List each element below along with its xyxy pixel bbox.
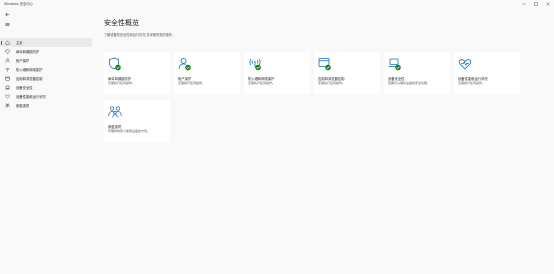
close-icon [546,2,550,6]
shield-check-icon [109,57,121,71]
family-icon [108,106,122,118]
minimize-button[interactable] [518,0,530,8]
sidebar-item-firewall[interactable]: 防火墙和网络保护 [0,65,92,74]
sidebar-item-label: 应用和浏览器控制 [16,77,43,81]
tile-status: 查看可以保护设备的安全功能。 [388,81,431,85]
tile-account-protection[interactable]: 帐户保护 无需执行任何操作。 [174,52,240,94]
sidebar: 主页 病毒和威胁防护 帐户保护 防火墙和网络保护 应用和浏览器控制 设备安全性 … [0,10,92,274]
sidebar-item-device-security[interactable]: 设备安全性 [0,83,92,92]
nav-list: 主页 病毒和威胁防护 帐户保护 防火墙和网络保护 应用和浏览器控制 设备安全性 … [0,38,92,110]
sidebar-item-label: 设备安全性 [16,86,33,90]
shield-icon [5,49,10,54]
maximize-icon [534,2,538,6]
sidebar-item-home[interactable]: 主页 [0,38,92,47]
sidebar-item-label: 防火墙和网络保护 [16,68,43,72]
browser-window-icon [5,76,10,81]
tile-status: 无需执行任何操作。 [178,81,206,85]
app-title: Windows 安全中心 [4,2,33,6]
title-bar: Windows 安全中心 [0,0,554,10]
sidebar-item-account-protection[interactable]: 帐户保护 [0,56,92,65]
maximize-button[interactable] [530,0,542,8]
page-subtitle: 了解设备的安全性和运行状况,并采取所需的操作。 [104,33,176,37]
wifi-icon [5,67,10,72]
tile-status: 无需执行任何操作。 [248,81,276,85]
tile-status: 无需执行任何操作。 [108,81,136,85]
sidebar-item-label: 主页 [16,41,23,45]
sidebar-item-virus-protection[interactable]: 病毒和威胁防护 [0,47,92,56]
laptop-icon [5,85,10,90]
tile-app-browser-control[interactable]: 应用和浏览器控制 无需执行任何操作。 [314,52,380,94]
tile-status: 管理你的家人使用设备的方式。 [108,129,151,133]
tile-virus-protection[interactable]: 病毒和威胁防护 无需执行任何操作。 [104,52,170,94]
hamburger-menu-icon [5,22,10,27]
sidebar-item-label: 家庭选项 [16,104,30,108]
browser-check-icon [318,58,331,71]
tile-status: 无需执行任何操作。 [318,81,346,85]
tile-device-performance[interactable]: 设备性能和运行状况 无需执行任何操作。 [454,52,520,94]
sidebar-item-device-performance[interactable]: 设备性能和运行状况 [0,92,92,101]
tile-family-options[interactable]: 家庭选项 管理你的家人使用设备的方式。 [104,100,170,142]
minimize-icon [522,3,526,5]
back-button[interactable] [4,11,11,18]
sidebar-item-label: 帐户保护 [16,59,30,63]
person-icon [5,58,10,63]
laptop-check-icon [388,58,401,71]
sidebar-item-label: 病毒和威胁防护 [16,50,40,54]
menu-button[interactable] [4,21,11,28]
sidebar-item-family-options[interactable]: 家庭选项 [0,101,92,110]
sidebar-item-label: 设备性能和运行状况 [16,95,46,99]
heart-icon [5,94,10,99]
heart-icon [458,59,472,70]
tile-status: 无需执行任何操作。 [458,81,486,85]
back-arrow-icon [5,12,10,17]
tile-device-security[interactable]: 设备安全性 查看可以保护设备的安全功能。 [384,52,450,94]
sidebar-item-app-browser-control[interactable]: 应用和浏览器控制 [0,74,92,83]
page-title: 安全性概览 [104,19,139,27]
close-button[interactable] [542,0,554,8]
tile-firewall[interactable]: 防火墙和网络保护 无需执行任何操作。 [244,52,310,94]
wifi-check-icon [249,58,261,71]
family-icon [5,103,10,108]
home-icon [5,40,10,45]
person-check-icon [178,58,191,71]
main-content: 安全性概览 了解设备的安全性和运行状况,并采取所需的操作。 病毒和威胁防护 无需… [104,18,544,142]
